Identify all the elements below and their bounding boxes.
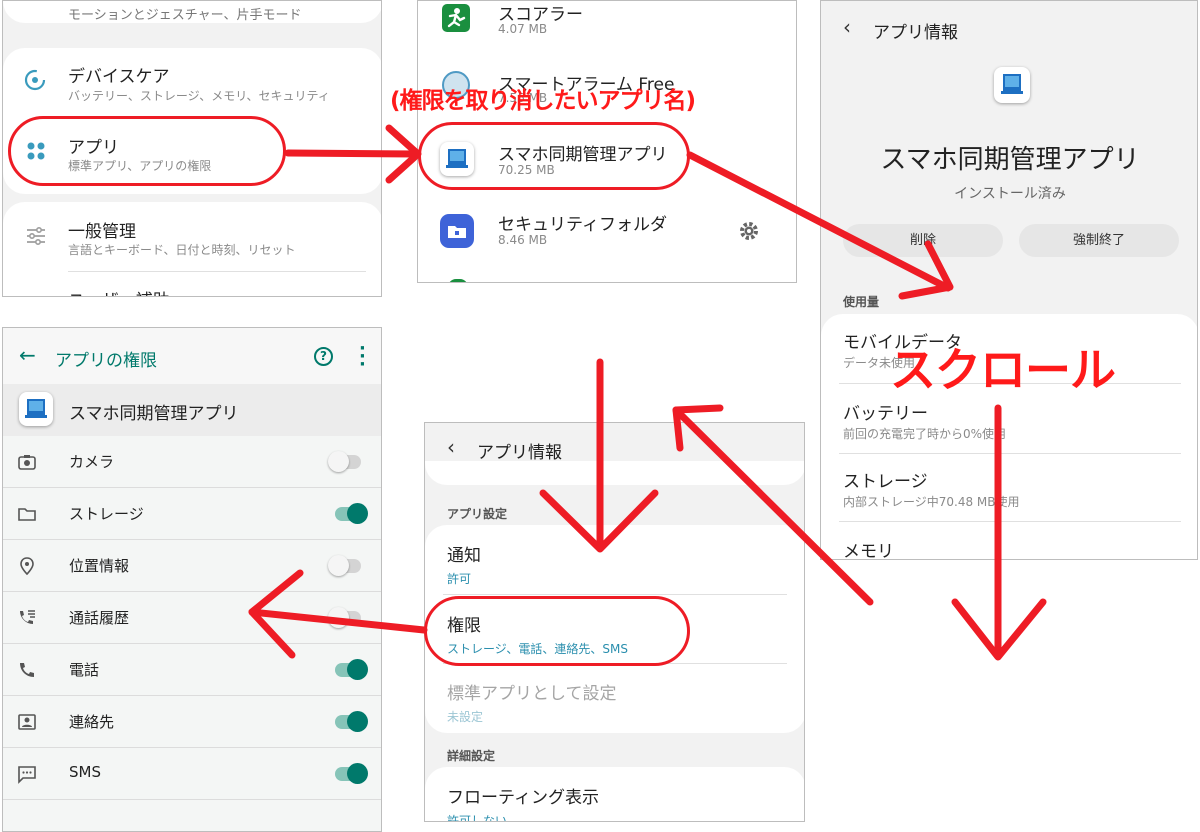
annotation-arrows	[248, 124, 1047, 661]
